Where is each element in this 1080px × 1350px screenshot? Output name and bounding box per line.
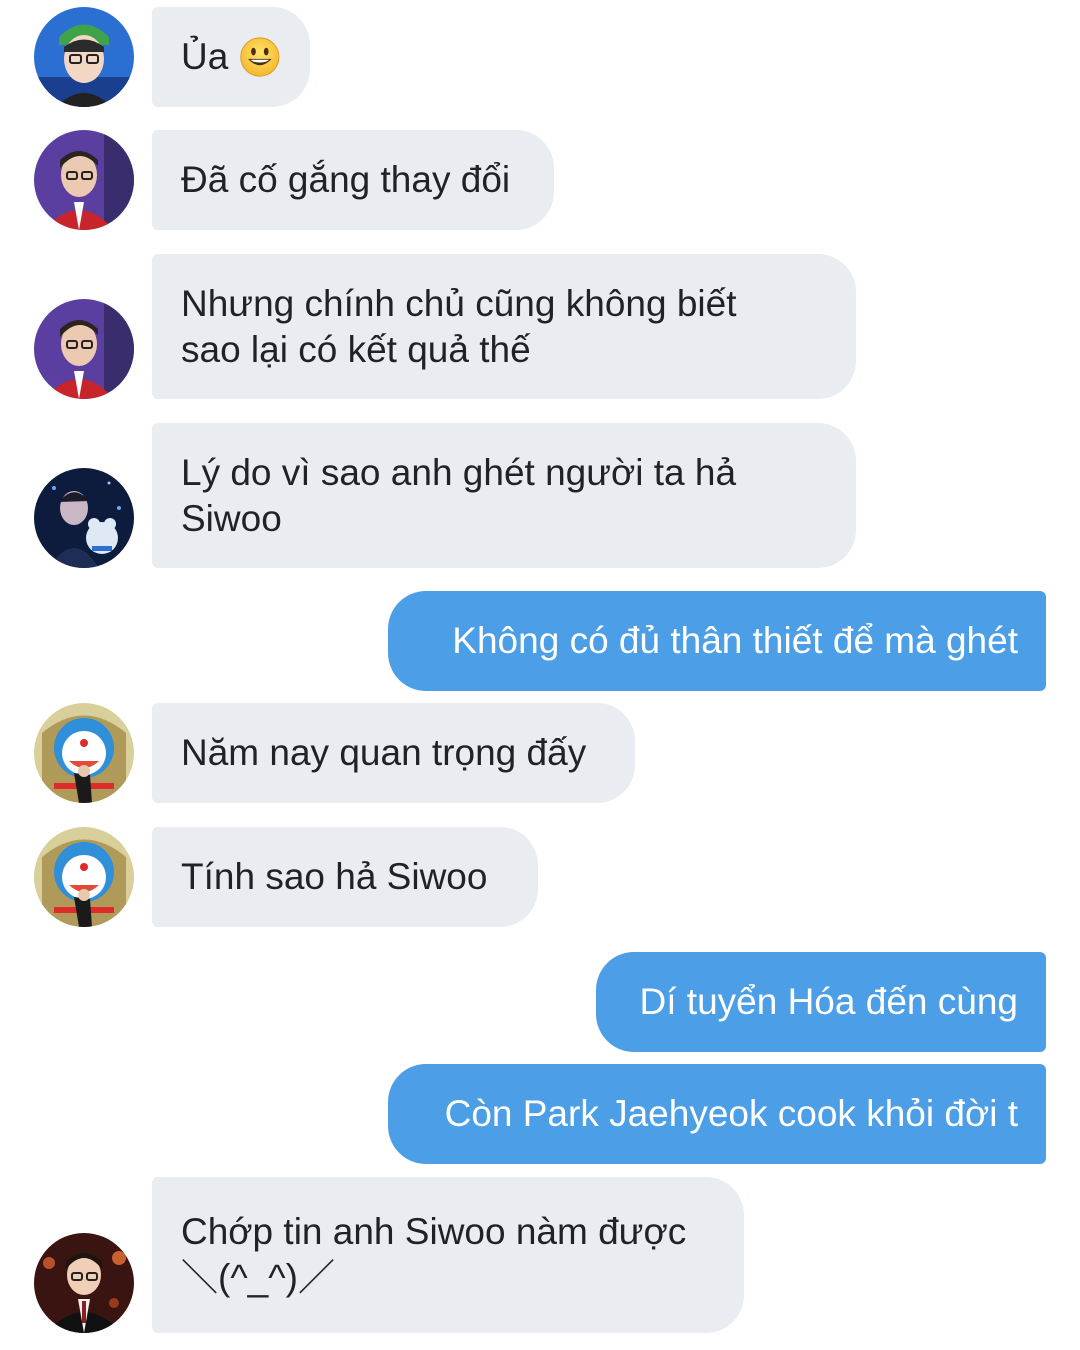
message-bubble-outgoing[interactable]: Không có đủ thân thiết để mà ghét [388, 591, 1046, 691]
message-bubble[interactable]: Chớp tin anh Siwoo nàm được ＼(^_^)／ [152, 1177, 744, 1333]
message-text: Nhưng chính chủ cũng không biết sao lại … [181, 282, 737, 370]
message-text: Lý do vì sao anh ghét người ta hả Siwoo [181, 451, 737, 539]
message-bubble[interactable]: Ủa [152, 7, 310, 107]
message-bubble[interactable]: Lý do vì sao anh ghét người ta hả Siwoo [152, 423, 856, 568]
message-text: Năm nay quan trọng đấy [181, 732, 587, 773]
message-text: Đã cố gắng thay đổi [181, 159, 511, 200]
message-bubble[interactable]: Nhưng chính chủ cũng không biết sao lại … [152, 254, 856, 399]
sender-avatar[interactable] [34, 468, 134, 568]
sender-avatar[interactable] [34, 299, 134, 399]
avatar-dark-red-icon [34, 1233, 134, 1333]
sender-avatar[interactable] [34, 1233, 134, 1333]
message-text: Còn Park Jaehyeok cook khỏi đời t [444, 1093, 1018, 1134]
sender-avatar[interactable] [34, 7, 134, 107]
sender-avatar[interactable] [34, 703, 134, 803]
message-bubble-outgoing[interactable]: Dí tuyển Hóa đến cùng [596, 952, 1046, 1052]
sender-avatar[interactable] [34, 130, 134, 230]
message-bubble-outgoing[interactable]: Còn Park Jaehyeok cook khỏi đời t [388, 1064, 1046, 1164]
message-text: Tính sao hả Siwoo [181, 856, 488, 897]
message-bubble[interactable]: Năm nay quan trọng đấy [152, 703, 635, 803]
message-bubble[interactable]: Tính sao hả Siwoo [152, 827, 538, 927]
avatar-green-hat-icon [34, 7, 134, 107]
message-text: Không có đủ thân thiết để mà ghét [452, 620, 1018, 661]
message-bubble[interactable]: Đã cố gắng thay đổi [152, 130, 554, 230]
avatar-dark-blue-plush-icon [34, 468, 134, 568]
avatar-red-jacket-icon [34, 299, 134, 399]
message-text: Dí tuyển Hóa đến cùng [639, 981, 1018, 1022]
avatar-red-jacket-icon [34, 130, 134, 230]
sender-avatar[interactable] [34, 827, 134, 927]
avatar-doraemon-icon [34, 827, 134, 927]
grinning-face-icon [240, 37, 280, 77]
message-text: Ủa [181, 36, 229, 77]
avatar-doraemon-icon [34, 703, 134, 803]
message-text: Chớp tin anh Siwoo nàm được ＼(^_^)／ [181, 1211, 687, 1298]
